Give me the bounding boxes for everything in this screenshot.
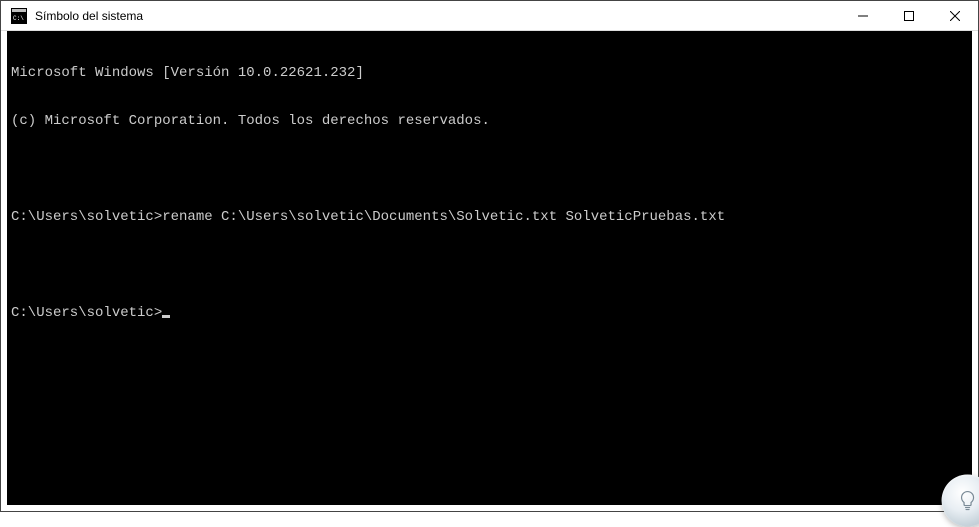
close-button[interactable]	[932, 1, 978, 30]
cursor-icon	[162, 315, 170, 318]
terminal-line: (c) Microsoft Corporation. Todos los der…	[11, 113, 968, 129]
minimize-button[interactable]	[840, 1, 886, 30]
maximize-button[interactable]	[886, 1, 932, 30]
cmd-icon: C:\	[11, 8, 27, 24]
svg-text:C:\: C:\	[13, 15, 24, 22]
window-controls	[840, 1, 978, 30]
hint-bulb-icon[interactable]	[942, 475, 979, 527]
terminal-line: Microsoft Windows [Versión 10.0.22621.23…	[11, 65, 968, 81]
window-title: Símbolo del sistema	[35, 9, 840, 23]
titlebar[interactable]: C:\ Símbolo del sistema	[1, 1, 978, 31]
terminal-line: C:\Users\solvetic>rename C:\Users\solvet…	[11, 209, 968, 225]
terminal-prompt: C:\Users\solvetic>	[11, 305, 162, 321]
terminal-output[interactable]: Microsoft Windows [Versión 10.0.22621.23…	[1, 31, 978, 511]
terminal-prompt-line: C:\Users\solvetic>	[11, 305, 968, 321]
terminal-line	[11, 257, 968, 273]
terminal-line	[11, 161, 968, 177]
cmd-window: C:\ Símbolo del sistema Microsoft Window…	[0, 0, 979, 512]
